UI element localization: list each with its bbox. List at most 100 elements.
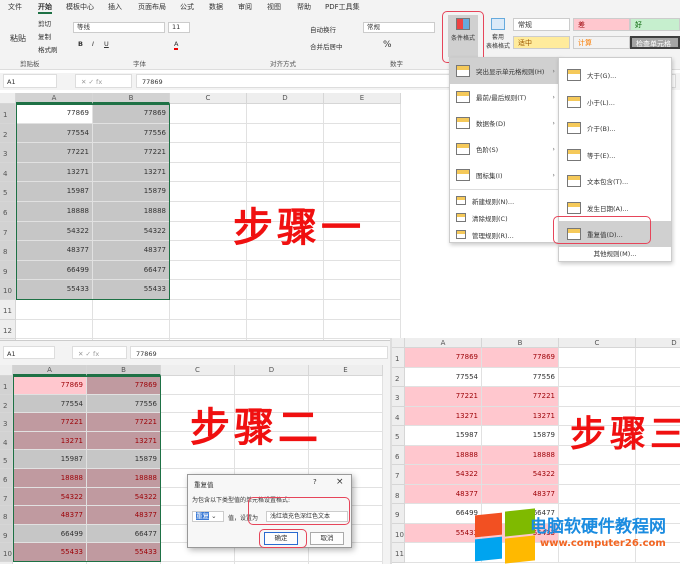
row-header-6[interactable]: 6 [0,202,16,222]
italic-button[interactable]: I [92,40,94,48]
row-header-7[interactable]: 7 [392,465,405,485]
cell-C10[interactable] [170,280,247,300]
column-header-C[interactable]: C [559,338,636,348]
cell-C3[interactable] [559,387,636,407]
cf-menu-item-0[interactable]: 突出显示单元格规则(H) › [450,58,560,84]
cell-A7[interactable]: 54322 [405,465,482,485]
cell-E4[interactable] [324,162,401,183]
percent-button[interactable]: % [383,40,392,50]
cell-D10[interactable] [247,280,324,300]
tab-2[interactable]: 模板中心 [66,2,94,12]
row-header-2[interactable]: 2 [0,394,13,414]
cancel-button[interactable]: 取消 [310,532,344,545]
help-button[interactable]: ? [313,478,317,486]
row-header-1[interactable]: 1 [0,104,16,124]
name-box[interactable]: A1 [3,346,55,359]
cell-D11[interactable] [247,300,324,320]
row-header-11[interactable]: 11 [392,543,405,563]
cf-menu-action-0[interactable]: 新建规则(N)... [450,192,560,209]
cell-D7[interactable] [636,465,680,485]
submenu-item-2[interactable]: 介于(B)... [559,115,671,141]
name-box[interactable]: A1 [3,74,57,88]
column-header-E[interactable]: E [309,365,383,376]
cell-A11[interactable] [405,543,482,563]
cf-menu-item-1[interactable]: 最前/最后规则(T) › [450,84,560,110]
cell-A1[interactable]: 77869 [405,348,482,368]
cell-D2[interactable] [247,123,324,144]
row-header-4[interactable]: 4 [0,162,16,183]
tab-8[interactable]: 视图 [267,2,281,12]
cell-D1[interactable] [247,104,324,124]
style-normal[interactable]: 常规 [513,18,570,31]
tab-4[interactable]: 页面布局 [138,2,166,12]
row-header-10[interactable]: 10 [392,523,405,543]
cf-menu-action-2[interactable]: 管理规则(R)... [450,226,560,243]
row-header-5[interactable]: 5 [0,182,16,202]
cell-D1[interactable] [235,376,309,395]
cell-C2[interactable] [170,123,247,144]
cell-D3[interactable] [247,143,324,163]
cell-A2[interactable]: 77554 [405,367,482,387]
cell-C12[interactable] [170,319,247,340]
type-select[interactable]: 重复 [196,512,209,520]
cf-menu-item-3[interactable]: 色阶(S) › [450,136,560,162]
cell-C4[interactable] [170,162,247,183]
cf-menu-action-1[interactable]: 清除规则(C) [450,209,560,226]
row-header-7[interactable]: 7 [0,487,13,507]
font-color-button[interactable]: A [174,40,179,50]
row-header-12[interactable]: 12 [0,319,16,340]
column-header-D[interactable]: D [247,93,324,104]
merge-center-button[interactable]: 合并后居中 [310,41,343,51]
cell-D8[interactable] [636,484,680,504]
font-name-select[interactable]: 等线 [73,22,165,33]
cell-A6[interactable]: 18888 [405,445,482,465]
column-header-C[interactable]: C [170,93,247,104]
row-header-2[interactable]: 2 [392,367,405,387]
column-header-B[interactable]: B [482,338,559,348]
cell-A8[interactable]: 48377 [405,484,482,504]
cell-C3[interactable] [170,143,247,163]
number-format-select[interactable]: 常规 [363,22,435,33]
style-bad[interactable]: 差 [573,18,630,31]
column-header-E[interactable]: E [324,93,401,104]
cell-A5[interactable]: 15987 [405,426,482,446]
cell-B3[interactable]: 77221 [482,387,559,407]
cell-A12[interactable] [16,319,93,340]
row-header-3[interactable]: 3 [0,413,13,432]
cell-D3[interactable] [636,387,680,407]
row-header-7[interactable]: 7 [0,221,16,242]
cell-B8[interactable]: 48377 [482,484,559,504]
tab-1[interactable]: 开始 [38,2,52,14]
cell-C2[interactable] [559,367,636,387]
cf-menu-item-4[interactable]: 图标集(I) › [450,162,560,188]
cell-D5[interactable] [235,450,309,469]
cell-E10[interactable] [324,280,401,300]
tab-5[interactable]: 公式 [180,2,194,12]
select-all-corner[interactable] [0,93,16,104]
row-header-9[interactable]: 9 [0,260,16,281]
style-neutral[interactable]: 适中 [513,36,570,49]
cell-E3[interactable] [324,143,401,163]
paste-button[interactable]: 粘贴 [10,33,26,44]
close-button[interactable]: × [336,477,344,487]
column-header-A[interactable]: A [16,93,93,104]
submenu-item-3[interactable]: 等于(E)... [559,142,671,168]
cell-C1[interactable] [559,348,636,368]
column-header-B[interactable]: B [93,93,170,104]
row-header-5[interactable]: 5 [0,450,13,469]
row-header-8[interactable]: 8 [392,484,405,504]
cell-E11[interactable] [324,300,401,320]
cell-D2[interactable] [636,367,680,387]
bold-button[interactable]: B [78,40,83,48]
tab-9[interactable]: 帮助 [297,2,311,12]
submenu-item-4[interactable]: 文本包含(T)... [559,168,671,194]
tab-7[interactable]: 审阅 [238,2,252,12]
column-header-B[interactable]: B [87,365,161,376]
cell-B1[interactable]: 77869 [482,348,559,368]
column-header-D[interactable]: D [636,338,680,348]
font-size-select[interactable]: 11 [168,22,190,33]
row-header-9[interactable]: 9 [392,504,405,524]
row-header-5[interactable]: 5 [392,426,405,446]
cell-B2[interactable]: 77556 [482,367,559,387]
tab-0[interactable]: 文件 [8,2,22,12]
